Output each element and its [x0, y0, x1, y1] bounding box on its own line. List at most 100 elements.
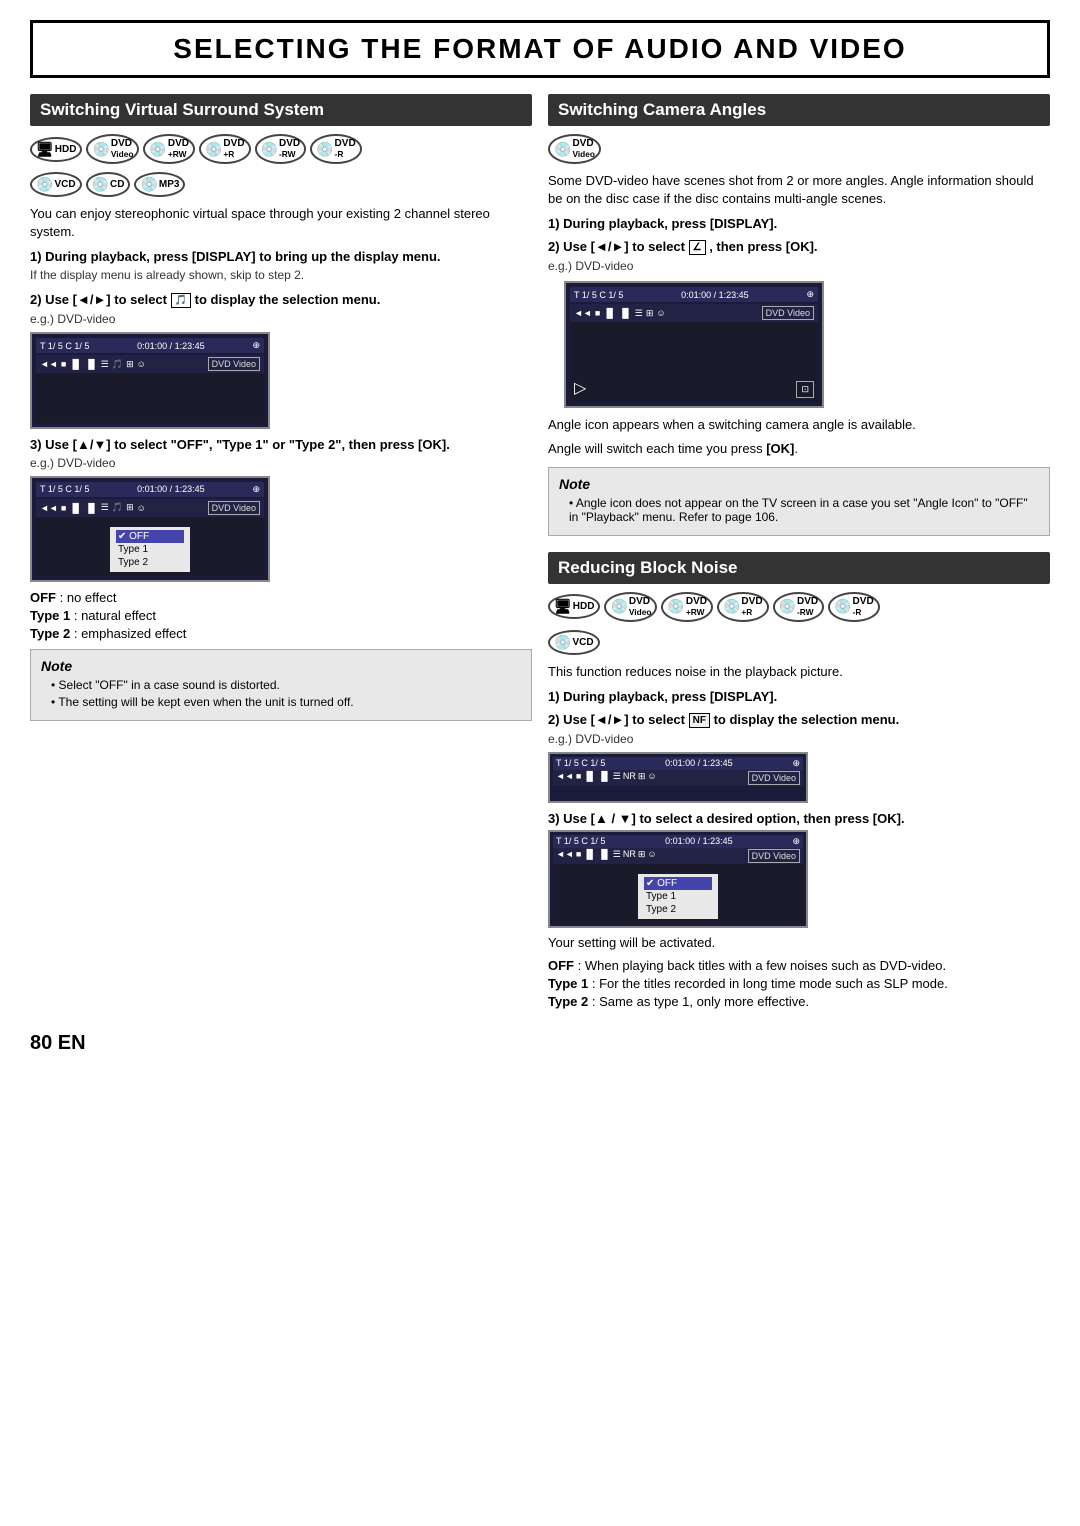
- type1-desc: Type 1 : natural effect: [30, 608, 532, 623]
- noise-intro: This function reduces noise in the playb…: [548, 663, 1050, 681]
- angle-screen-mockup: T 1/ 5 C 1/ 5 0:01:00 / 1:23:45 ⊕ ◄◄■▐▌▐…: [564, 281, 824, 408]
- note-title-surround: Note: [41, 658, 521, 674]
- noise-menu-type1: Type 1: [644, 890, 712, 903]
- disc-dvd-video: 💿DVDVideo: [86, 134, 139, 164]
- noise-screen-top-2: T 1/ 5 C 1/ 5 0:01:00 / 1:23:45 ⊕: [553, 835, 803, 848]
- disc-vcd: 💿VCD: [30, 172, 82, 197]
- noise-disc-vcd: 💿VCD: [548, 630, 600, 655]
- disc-icons-surround: 🖥HDD 💿DVDVideo 💿DVD+RW 💿DVD+R 💿DVD-RW 💿D…: [30, 134, 532, 164]
- angle-select-icon: ∠: [689, 240, 706, 255]
- surround-step2-eg: e.g.) DVD-video: [30, 311, 532, 328]
- noise-disc-rw: 💿DVD-RW: [773, 592, 825, 622]
- menu-item-type1: Type 1: [116, 543, 184, 556]
- type2-desc: Type 2 : emphasized effect: [30, 626, 532, 641]
- surround-intro: You can enjoy stereophonic virtual space…: [30, 205, 532, 241]
- screen-top-left-2: T 1/ 5 C 1/ 5: [40, 484, 89, 494]
- noise-menu-type2: Type 2: [644, 903, 712, 916]
- camera-after-text2: Angle will switch each time you press [O…: [548, 440, 1050, 458]
- screen-top-right-2: 0:01:00 / 1:23:45: [137, 484, 205, 494]
- noise-dvd-badge-2: DVD Video: [748, 849, 800, 863]
- noise-disc-hdd: 🖥HDD: [548, 594, 600, 619]
- disc-icons-noise-row2: 💿VCD: [548, 630, 1050, 655]
- screen-body-1: [36, 373, 264, 423]
- noise-step1-title: 1) During playback, press [DISPLAY].: [548, 689, 1050, 704]
- noise-screen-2: T 1/ 5 C 1/ 5 0:01:00 / 1:23:45 ⊕ ◄◄■▐▌▐…: [548, 830, 808, 928]
- noise-dvd-badge-1: DVD Video: [748, 771, 800, 785]
- disc-dvd-r-plus: 💿DVD+R: [199, 134, 251, 164]
- noise-disc-rw-plus: 💿DVD+RW: [661, 592, 713, 622]
- camera-note-item-1: Angle icon does not appear on the TV scr…: [559, 496, 1039, 524]
- noise-screen-tr-2: 0:01:00 / 1:23:45: [665, 836, 733, 847]
- select-icon: 🎵: [171, 293, 191, 308]
- angle-screen-top-right: 0:01:00 / 1:23:45: [681, 290, 749, 300]
- angle-screen-body: ▷ ⊡: [570, 322, 818, 402]
- play-icon: ▷: [574, 378, 586, 398]
- disc-dvd-video-camera: 💿DVDVideo: [548, 134, 601, 164]
- camera-section: Switching Camera Angles 💿DVDVideo Some D…: [548, 94, 1050, 536]
- disc-cd: 💿CD: [86, 172, 131, 197]
- disc-dvd-rw: 💿DVD-RW: [255, 134, 307, 164]
- screen-dvd-badge-1: DVD Video: [208, 357, 260, 371]
- screen-mockup-1: T 1/ 5 C 1/ 5 0:01:00 / 1:23:45 ⊕ ◄◄■▐▌▐…: [30, 332, 270, 429]
- disc-hdd: 🖥HDD: [30, 137, 82, 162]
- angle-icons-bar: ◄◄■▐▌▐▌☰⊞☺ DVD Video: [570, 304, 818, 322]
- angle-badge: ⊡: [796, 381, 814, 398]
- off-desc: OFF : no effect: [30, 590, 532, 605]
- disc-mp3: 💿MP3: [134, 172, 185, 197]
- left-column: Switching Virtual Surround System 🖥HDD 💿…: [30, 94, 532, 1012]
- noise-screen-tr-1: 0:01:00 / 1:23:45: [665, 758, 733, 769]
- screen-top-bar-1: T 1/ 5 C 1/ 5 0:01:00 / 1:23:45 ⊕: [36, 338, 264, 353]
- noise-screen-body-1: [553, 786, 803, 798]
- note-box-camera: Note Angle icon does not appear on the T…: [548, 467, 1050, 536]
- noise-section: Reducing Block Noise 🖥HDD 💿DVDVideo 💿DVD…: [548, 552, 1050, 1009]
- note-item-2: The setting will be kept even when the u…: [41, 695, 521, 709]
- noise-after-text: Your setting will be activated.: [548, 934, 1050, 952]
- noise-screen-tl-2: T 1/ 5 C 1/ 5: [556, 836, 605, 847]
- note-title-camera: Note: [559, 476, 1039, 492]
- noise-menu-off: ✔ OFF: [644, 877, 712, 890]
- noise-step3-title: 3) Use [▲ / ▼] to select a desired optio…: [548, 811, 1050, 826]
- screen-icons-bar-2: ◄◄■▐▌▐▌☰🎵⊞☺ DVD Video: [36, 499, 264, 517]
- section-header-noise: Reducing Block Noise: [548, 552, 1050, 584]
- page-title: SELECTING THE FORMAT OF AUDIO AND VIDEO: [30, 20, 1050, 78]
- surround-step1-sub: If the display menu is already shown, sk…: [30, 267, 532, 284]
- section-header-surround: Switching Virtual Surround System: [30, 94, 532, 126]
- disc-dvd-rw-plus: 💿DVD+RW: [143, 134, 195, 164]
- page-number: 80 EN: [30, 1032, 1050, 1055]
- noise-screen-1: T 1/ 5 C 1/ 5 0:01:00 / 1:23:45 ⊕ ◄◄■▐▌▐…: [548, 752, 808, 803]
- camera-step1-title: 1) During playback, press [DISPLAY].: [548, 216, 1050, 231]
- screen-body-2: ✔ OFF Type 1 Type 2: [36, 517, 264, 576]
- noise-disc-r: 💿DVD-R: [828, 592, 880, 622]
- camera-step2-title: 2) Use [◄/►] to select ∠ , then press [O…: [548, 239, 1050, 255]
- disc-icons-camera: 💿DVDVideo: [548, 134, 1050, 164]
- screen-top-bar-2: T 1/ 5 C 1/ 5 0:01:00 / 1:23:45 ⊕: [36, 482, 264, 497]
- disc-icons-surround-row2: 💿VCD 💿CD 💿MP3: [30, 172, 532, 197]
- angle-dvd-badge: DVD Video: [762, 306, 814, 320]
- nr-icon: NF: [689, 713, 710, 728]
- surround-step3-eg: e.g.) DVD-video: [30, 455, 532, 472]
- noise-step2-eg: e.g.) DVD-video: [548, 731, 1050, 748]
- noise-icons-bar-1: ◄◄■▐▌▐▌☰NR⊞☺ DVD Video: [553, 770, 803, 786]
- camera-step2-eg: e.g.) DVD-video: [548, 258, 1050, 275]
- screen-dvd-badge-2: DVD Video: [208, 501, 260, 515]
- camera-intro: Some DVD-video have scenes shot from 2 o…: [548, 172, 1050, 208]
- noise-screen-top-1: T 1/ 5 C 1/ 5 0:01:00 / 1:23:45 ⊕: [553, 757, 803, 770]
- surround-step2-title: 2) Use [◄/►] to select 🎵 to display the …: [30, 292, 532, 308]
- noise-disc-r-plus: 💿DVD+R: [717, 592, 769, 622]
- noise-off-desc: OFF : When playing back titles with a fe…: [548, 958, 1050, 973]
- noise-screen-body-2: ✔ OFF Type 1 Type 2: [553, 864, 803, 923]
- menu-item-off: ✔ OFF: [116, 530, 184, 543]
- screen-menu-surround: ✔ OFF Type 1 Type 2: [110, 527, 190, 572]
- section-header-camera: Switching Camera Angles: [548, 94, 1050, 126]
- note-item-1: Select "OFF" in a case sound is distorte…: [41, 678, 521, 692]
- noise-type2-desc: Type 2 : Same as type 1, only more effec…: [548, 994, 1050, 1009]
- screen-top-right-1: 0:01:00 / 1:23:45: [137, 341, 205, 351]
- menu-item-type2: Type 2: [116, 556, 184, 569]
- surround-step1-title: 1) During playback, press [DISPLAY] to b…: [30, 249, 532, 264]
- noise-screen-menu: ✔ OFF Type 1 Type 2: [638, 874, 718, 919]
- surround-step3-title: 3) Use [▲/▼] to select "OFF", "Type 1" o…: [30, 437, 532, 452]
- noise-disc-dvd: 💿DVDVideo: [604, 592, 657, 622]
- disc-dvd-r: 💿DVD-R: [310, 134, 362, 164]
- angle-screen-top-left: T 1/ 5 C 1/ 5: [574, 290, 623, 300]
- right-column: Switching Camera Angles 💿DVDVideo Some D…: [548, 94, 1050, 1012]
